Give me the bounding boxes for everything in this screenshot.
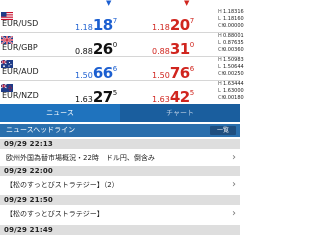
news-time-bar: 09/29 21:50 [0,195,240,205]
ask-price[interactable]: 1.50766 [152,59,195,82]
ask-price-pips: 31 [169,40,190,58]
quote-row-euraud[interactable]: EUR/AUD 1.50666 1.50766 H1.50983 L 1.5064… [0,57,244,82]
ask-price-prefix: 1.18 [152,23,170,32]
high-value: 0.88001 [223,33,244,39]
high-value: 1.50983 [223,57,244,63]
ask-price-prefix: 1.50 [152,71,170,80]
news-headline-row[interactable]: 【松のすっとびストラテジー】 › [0,206,240,222]
bid-price[interactable]: 1.63275 [75,83,118,106]
ask-down-arrow-icon: ▼ [184,0,190,7]
news-time: 09/29 21:50 [4,196,53,204]
chevron-right-icon: › [232,152,236,163]
news-list-button[interactable]: 一覧 [210,126,236,135]
tab-bar: ニュース チャート [0,104,240,122]
bid-price-prefix: 1.18 [75,23,93,32]
high-value: 1.63444 [223,81,244,87]
ask-price[interactable]: 1.18207 [152,11,195,34]
quote-row-eurusd[interactable]: EUR/USD 1.18187 1.18207 H1.18316 L 1.1816… [0,9,244,34]
high-low-change: H1.50983 L 1.50644 Ch0.00250 [218,57,244,78]
bid-price-fraction: 6 [112,65,118,73]
ask-price-fraction: 5 [189,89,195,97]
high-value: 1.18316 [223,9,244,15]
bid-price-fraction: 5 [112,89,118,97]
news-headline-row[interactable]: 【松のすっとびストラテジー】（2） › [0,177,240,193]
high-low-change: H0.88001 L 0.87635 Ch0.00360 [218,33,244,54]
ask-price-pips: 20 [169,16,190,34]
news-header: ニュースヘッドライン 一覧 [0,124,240,137]
tab-chart[interactable]: チャート [120,104,240,122]
bid-price-prefix: 1.50 [75,71,93,80]
ask-price[interactable]: 1.63425 [152,83,195,106]
pair-label: EUR/AUD [2,67,39,76]
chevron-right-icon: › [232,179,236,190]
low-value: 1.50644 [223,64,244,70]
change-value: 0.00000 [223,23,244,29]
news-header-title: ニュースヘッドライン [6,126,76,134]
high-low-change: H1.18316 L 1.18160 Ch0.00000 [218,9,244,30]
bid-price-pips: 26 [92,40,113,58]
bid-price-pips: 18 [92,16,113,34]
bid-price-pips: 66 [92,64,113,82]
rates-panel: ▼ ▼ EUR/USD 1.18187 1.18207 H1.18316 L 1.… [0,0,244,106]
news-time-bar: 09/29 21:49 [0,225,240,235]
low-value: 1.18160 [223,16,244,22]
chevron-right-icon: › [232,208,236,219]
news-time: 09/29 22:00 [4,167,53,175]
bid-price[interactable]: 1.50666 [75,59,118,82]
bid-price-prefix: 1.63 [75,95,93,104]
tab-news[interactable]: ニュース [0,104,120,122]
change-value: 0.00360 [223,47,244,53]
news-headline: 【松のすっとびストラテジー】（2） [6,181,119,189]
bid-price-fraction: 7 [112,17,118,25]
ask-price[interactable]: 0.88310 [152,35,195,58]
quote-row-eurnzd[interactable]: EUR/NZD 1.63275 1.63425 H1.63444 L 1.6300… [0,81,244,106]
pair-label: EUR/USD [2,19,39,28]
high-low-change: H1.63444 L 1.63000 Ch0.00180 [218,81,244,102]
ask-price-fraction: 6 [189,65,195,73]
low-value: 1.63000 [223,88,244,94]
news-headline: 【松のすっとびストラテジー】 [6,210,104,218]
pair-label: EUR/NZD [2,91,39,100]
tick-direction-row: ▼ ▼ [0,0,240,9]
news-headline: 欧州外国為替市場概況・22時 ドル円、倒含み [6,154,155,162]
news-time-bar: 09/29 22:00 [0,166,240,176]
ask-price-prefix: 1.63 [152,95,170,104]
bid-price-fraction: 0 [112,41,118,49]
change-value: 0.00250 [223,71,244,77]
bid-price[interactable]: 0.88260 [75,35,118,58]
ask-price-pips: 76 [169,64,190,82]
ask-price-fraction: 0 [189,41,195,49]
pair-label: EUR/GBP [2,43,38,52]
news-time: 09/29 21:49 [4,226,53,234]
bid-price[interactable]: 1.18187 [75,11,118,34]
low-value: 0.87635 [223,40,244,46]
news-time-bar: 09/29 22:13 [0,139,240,149]
bid-down-arrow-icon: ▼ [106,0,112,7]
change-value: 0.00180 [223,95,244,101]
news-time: 09/29 22:13 [4,140,53,148]
ask-price-prefix: 0.88 [152,47,170,56]
bid-price-prefix: 0.88 [75,47,93,56]
quote-row-eurgbp[interactable]: EUR/GBP 0.88260 0.88310 H0.88001 L 0.8763… [0,33,244,58]
news-headline-row[interactable]: 欧州外国為替市場概況・22時 ドル円、倒含み › [0,150,240,166]
ask-price-fraction: 7 [189,17,195,25]
